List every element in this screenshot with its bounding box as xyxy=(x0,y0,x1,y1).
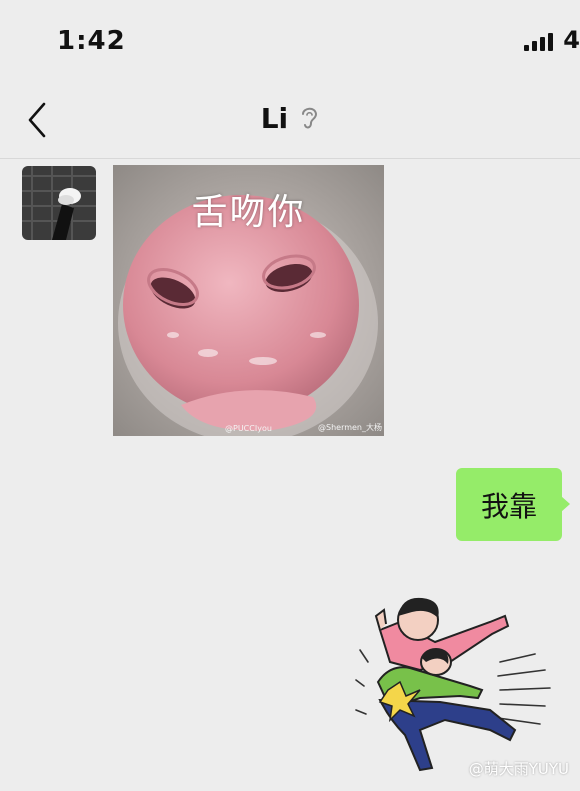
sticker-watermark-2: @Shermen_大杨 xyxy=(318,423,383,432)
signal-icon xyxy=(524,33,556,51)
nav-bar: Li xyxy=(0,80,580,159)
ear-icon xyxy=(299,104,319,136)
pig-nose-sticker[interactable]: 舌吻你 @PUCCIyou @Shermen_大杨 xyxy=(113,165,384,436)
tackle-cartoon-sticker[interactable]: @萌大雨YUYU xyxy=(350,590,575,785)
outgoing-message-bubble[interactable]: 我靠 xyxy=(456,468,570,541)
status-bar: 1:42 4 xyxy=(0,0,580,80)
sticker-caption: 舌吻你 xyxy=(191,192,306,233)
chat-header: Li xyxy=(0,102,580,136)
chat-title: Li xyxy=(260,102,289,135)
status-time: 1:42 xyxy=(57,26,126,56)
weibo-watermark: @萌大雨YUYU xyxy=(468,760,569,778)
message-text: 我靠 xyxy=(480,489,537,523)
sticker-watermark-1: @PUCCIyou xyxy=(225,424,272,433)
contact-avatar[interactable] xyxy=(22,166,96,240)
status-partial-text: 4 xyxy=(563,26,580,54)
